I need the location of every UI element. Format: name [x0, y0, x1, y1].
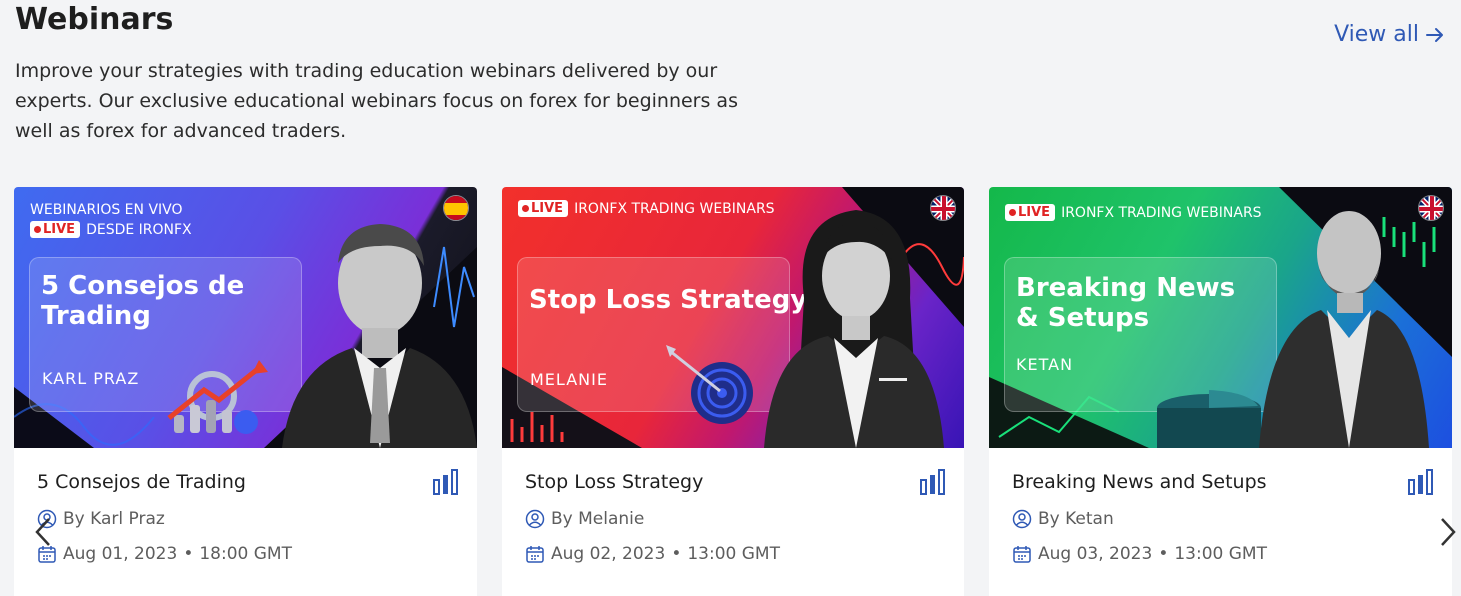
bar-chart-icon[interactable]	[1408, 469, 1434, 495]
live-badge: LIVE	[518, 200, 569, 217]
webinar-banner[interactable]: LIVE IRONFX TRADING WEBINARS Stop Loss S…	[502, 187, 964, 448]
webinar-author: By Karl Praz	[37, 509, 165, 529]
view-all-label: View all	[1334, 22, 1419, 47]
live-label: LIVE	[1018, 205, 1051, 220]
banner-header: WEBINARIOS EN VIVO	[30, 202, 183, 218]
banner-header: IRONFX TRADING WEBINARS	[574, 200, 775, 217]
section-description: Improve your strategies with trading edu…	[15, 60, 738, 142]
chevron-left-icon[interactable]	[34, 517, 52, 547]
live-label: LIVE	[43, 222, 76, 237]
calendar-icon	[526, 546, 544, 563]
webinar-datetime: Aug 01, 2023 • 18:00 GMT	[37, 544, 292, 564]
bar-chart-icon[interactable]	[433, 469, 459, 495]
webinar-card[interactable]: LIVE IRONFX TRADING WEBINARS Stop Loss S…	[502, 187, 964, 596]
banner-speaker: MELANIE	[530, 370, 608, 389]
webinar-banner[interactable]: WEBINARIOS EN VIVO LIVE DESDE IRONFX 5 C…	[14, 187, 477, 448]
date-label: Aug 02, 2023	[551, 544, 666, 564]
webinar-card[interactable]: WEBINARIOS EN VIVO LIVE DESDE IRONFX 5 C…	[14, 187, 477, 596]
date-label: Aug 01, 2023	[63, 544, 178, 564]
date-label: Aug 03, 2023	[1038, 544, 1153, 564]
separator-dot: •	[1158, 544, 1169, 564]
webinar-banner[interactable]: LIVE IRONFX TRADING WEBINARS Breaking Ne…	[989, 187, 1452, 448]
growth-chart-illustration	[167, 360, 268, 434]
live-dot-icon	[34, 226, 41, 233]
webinar-datetime: Aug 03, 2023 • 13:00 GMT	[1012, 544, 1267, 564]
speaker-photo	[1259, 211, 1429, 448]
calendar-icon	[38, 546, 56, 563]
arrow-right-icon	[1426, 27, 1443, 42]
live-label: LIVE	[531, 201, 564, 216]
chevron-right-icon[interactable]	[1439, 517, 1457, 547]
banner-live-row: LIVE IRONFX TRADING WEBINARS	[1005, 204, 1262, 221]
webinar-author: By Melanie	[525, 509, 644, 529]
speaker-photo	[764, 210, 944, 448]
time-label: 13:00 GMT	[1174, 544, 1267, 564]
view-all-link[interactable]: View all	[1334, 22, 1445, 47]
banner-header-line1: WEBINARIOS EN VIVO	[30, 202, 183, 218]
webinar-datetime: Aug 02, 2023 • 13:00 GMT	[525, 544, 780, 564]
user-icon	[525, 509, 545, 529]
live-badge: LIVE	[1005, 204, 1056, 221]
pie-chart-illustration	[1157, 390, 1261, 448]
webinar-title[interactable]: Stop Loss Strategy	[525, 471, 703, 493]
banner-title: 5 Consejos de Trading	[41, 271, 245, 331]
banner-live-row: LIVE DESDE IRONFX	[30, 221, 192, 238]
webinar-title[interactable]: Breaking News and Setups	[1012, 471, 1267, 493]
time-label: 13:00 GMT	[687, 544, 780, 564]
live-dot-icon	[522, 205, 529, 212]
banner-speaker: KETAN	[1016, 355, 1074, 374]
calendar-icon	[1013, 546, 1031, 563]
user-icon	[1012, 509, 1032, 529]
banner-speaker: KARL PRAZ	[42, 369, 140, 388]
target-illustration	[666, 345, 753, 424]
webinar-author: By Ketan	[1012, 509, 1114, 529]
time-label: 18:00 GMT	[199, 544, 292, 564]
section-title: Webinars	[15, 2, 174, 37]
banner-header-line2: DESDE IRONFX	[86, 221, 192, 238]
banner-header: IRONFX TRADING WEBINARS	[1061, 204, 1262, 221]
webinar-title[interactable]: 5 Consejos de Trading	[37, 471, 246, 493]
author-label: By Karl Praz	[63, 509, 165, 529]
webinar-card[interactable]: LIVE IRONFX TRADING WEBINARS Breaking Ne…	[989, 187, 1452, 596]
separator-dot: •	[183, 544, 194, 564]
speaker-photo	[282, 224, 477, 448]
banner-title: Breaking News & Setups	[1016, 273, 1236, 333]
live-dot-icon	[1009, 209, 1016, 216]
separator-dot: •	[671, 544, 682, 564]
banner-live-row: LIVE IRONFX TRADING WEBINARS	[518, 200, 775, 217]
author-label: By Melanie	[551, 509, 645, 529]
bar-chart-icon[interactable]	[920, 469, 946, 495]
author-label: By Ketan	[1038, 509, 1114, 529]
live-badge: LIVE	[30, 221, 81, 238]
